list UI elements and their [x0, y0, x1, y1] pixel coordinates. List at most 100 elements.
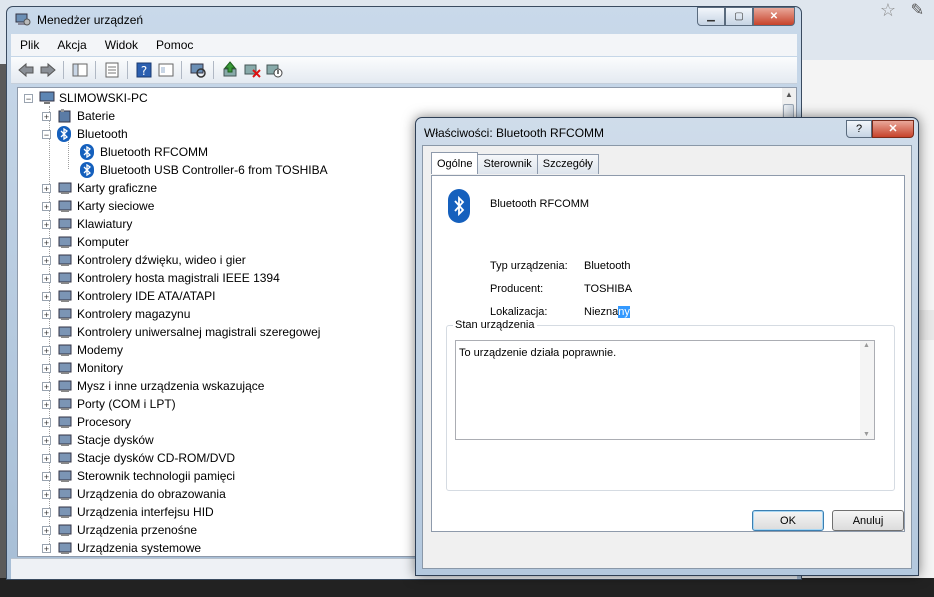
expand-icon[interactable]: +	[42, 417, 51, 427]
collapse-icon[interactable]: −	[24, 93, 33, 103]
device-category-icon	[58, 272, 72, 284]
tree-category[interactable]: + Karty graficzne	[42, 179, 157, 197]
tree-category[interactable]: + Stacje dysków	[42, 431, 154, 449]
tree-category[interactable]: + Kontrolery hosta magistrali IEEE 1394	[42, 269, 280, 287]
toolbar-separator	[63, 61, 64, 79]
tree-category[interactable]: + Kontrolery uniwersalnej magistrali szer…	[42, 323, 320, 341]
expand-icon[interactable]: +	[42, 471, 51, 481]
scroll-down-icon[interactable]: ▼	[863, 431, 870, 438]
tree-category-label: Karty graficzne	[77, 181, 158, 195]
forward-arrow-icon[interactable]	[39, 61, 57, 79]
tree-category[interactable]: + Urządzenia systemowe	[42, 539, 201, 556]
bookmark-star-icon[interactable]: ☆	[880, 0, 896, 21]
menu-akcja[interactable]: Akcja	[48, 38, 95, 52]
uninstall-icon[interactable]	[243, 61, 261, 79]
cancel-button[interactable]: Anuluj	[832, 510, 904, 531]
tree-category[interactable]: + Stacje dysków CD-ROM/DVD	[42, 449, 235, 467]
tab-driver[interactable]: Sterownik	[477, 154, 538, 174]
tree-device[interactable]: Bluetooth RFCOMM	[80, 143, 208, 161]
tab-general[interactable]: Ogólne	[431, 152, 479, 174]
tree-category[interactable]: + Procesory	[42, 413, 131, 431]
title-bar[interactable]: Menedżer urządzeń ▁ ▢ ✕	[7, 7, 801, 33]
expand-icon[interactable]: +	[42, 453, 51, 463]
location-value[interactable]: Nieznany	[584, 306, 630, 318]
tree-category[interactable]: + Kontrolery magazynu	[42, 305, 190, 323]
menu-widok[interactable]: Widok	[96, 38, 147, 52]
tree-category[interactable]: + Baterie	[42, 107, 115, 125]
expand-icon[interactable]: +	[42, 183, 51, 193]
expand-icon[interactable]: +	[42, 273, 51, 283]
minimize-button[interactable]: ▁	[697, 7, 725, 26]
tree-category-label: Kontrolery IDE ATA/ATAPI	[77, 289, 216, 303]
expand-icon[interactable]: +	[42, 219, 51, 229]
disable-device-icon[interactable]	[265, 61, 283, 79]
expand-icon[interactable]: +	[42, 399, 51, 409]
tree-category-bluetooth[interactable]: − Bluetooth	[42, 125, 128, 143]
expand-icon[interactable]: +	[42, 381, 51, 391]
tree-root[interactable]: − SLIMOWSKI-PC	[24, 89, 148, 107]
tree-category-label: Kontrolery hosta magistrali IEEE 1394	[77, 271, 280, 285]
scan-hardware-icon[interactable]	[189, 61, 207, 79]
collapse-icon[interactable]: −	[42, 129, 51, 139]
bluetooth-icon	[57, 126, 71, 142]
svg-text:?: ?	[141, 64, 147, 78]
device-status-text: To urządzenie działa poprawnie.	[459, 347, 617, 359]
close-button[interactable]: ✕	[753, 7, 795, 26]
tree-category[interactable]: + Urządzenia do obrazowania	[42, 485, 226, 503]
maximize-button[interactable]: ▢	[725, 7, 753, 26]
scroll-up-icon[interactable]: ▲	[863, 342, 870, 349]
expand-icon[interactable]: +	[42, 255, 51, 265]
tree-category-label: Modemy	[77, 343, 124, 357]
tree-category[interactable]: + Monitory	[42, 359, 123, 377]
expand-icon[interactable]: +	[42, 327, 51, 337]
tree-category[interactable]: + Modemy	[42, 341, 123, 359]
help-icon[interactable]: ?	[135, 61, 153, 79]
properties-icon[interactable]	[103, 61, 121, 79]
tree-category[interactable]: + Kontrolery IDE ATA/ATAPI	[42, 287, 216, 305]
manufacturer-value: TOSHIBA	[584, 283, 633, 295]
expand-icon[interactable]: +	[42, 291, 51, 301]
dialog-close-button[interactable]: ✕	[872, 120, 914, 138]
tree-category[interactable]: + Urządzenia przenośne	[42, 521, 197, 539]
scroll-up-icon[interactable]: ▲	[782, 88, 796, 102]
expand-icon[interactable]: +	[42, 435, 51, 445]
update-driver-icon[interactable]	[221, 61, 239, 79]
wrench-icon[interactable]: ✎	[911, 0, 924, 20]
expand-icon[interactable]: +	[42, 525, 51, 535]
expand-icon[interactable]: +	[42, 489, 51, 499]
device-status-textbox[interactable]: To urządzenie działa poprawnie. ▲ ▼	[455, 340, 875, 440]
tree-category[interactable]: + Klawiatury	[42, 215, 132, 233]
help-button[interactable]: ?	[846, 120, 872, 138]
tree-category[interactable]: + Komputer	[42, 233, 129, 251]
status-scrollbar[interactable]: ▲ ▼	[860, 341, 874, 439]
tree-category[interactable]: + Porty (COM i LPT)	[42, 395, 176, 413]
expand-icon[interactable]: +	[42, 201, 51, 211]
expand-icon[interactable]: +	[42, 543, 51, 553]
tree-category[interactable]: + Urządzenia interfejsu HID	[42, 503, 214, 521]
expand-icon[interactable]: +	[42, 507, 51, 517]
show-hide-tree-icon[interactable]	[71, 61, 89, 79]
expand-icon[interactable]: +	[42, 111, 51, 121]
ok-button[interactable]: OK	[752, 510, 824, 531]
tree-category-label: Procesory	[77, 415, 132, 429]
expand-icon[interactable]: +	[42, 309, 51, 319]
tree-category-label: Stacje dysków	[77, 433, 154, 447]
device-category-icon	[58, 380, 72, 392]
menu-pomoc[interactable]: Pomoc	[147, 38, 202, 52]
menu-plik[interactable]: Plik	[11, 38, 48, 52]
tree-category[interactable]: + Mysz i inne urządzenia wskazujące	[42, 377, 264, 395]
toolbar-separator	[95, 61, 96, 79]
expand-icon[interactable]: +	[42, 237, 51, 247]
expand-icon[interactable]: +	[42, 345, 51, 355]
view-icon[interactable]	[157, 61, 175, 79]
tree-device[interactable]: Bluetooth USB Controller-6 from TOSHIBA	[80, 161, 328, 179]
menu-bar: Plik Akcja Widok Pomoc	[11, 34, 797, 56]
expand-icon[interactable]: +	[42, 363, 51, 373]
tree-category[interactable]: + Karty sieciowe	[42, 197, 154, 215]
tab-details[interactable]: Szczegóły	[536, 154, 599, 174]
properties-dialog: Właściwości: Bluetooth RFCOMM ? ✕ Ogólne…	[415, 117, 919, 576]
tree-category[interactable]: + Kontrolery dźwięku, wideo i gier	[42, 251, 246, 269]
back-arrow-icon[interactable]	[17, 61, 35, 79]
tree-category[interactable]: + Sterownik technologii pamięci	[42, 467, 235, 485]
location-value-text: Niezna	[584, 306, 619, 318]
